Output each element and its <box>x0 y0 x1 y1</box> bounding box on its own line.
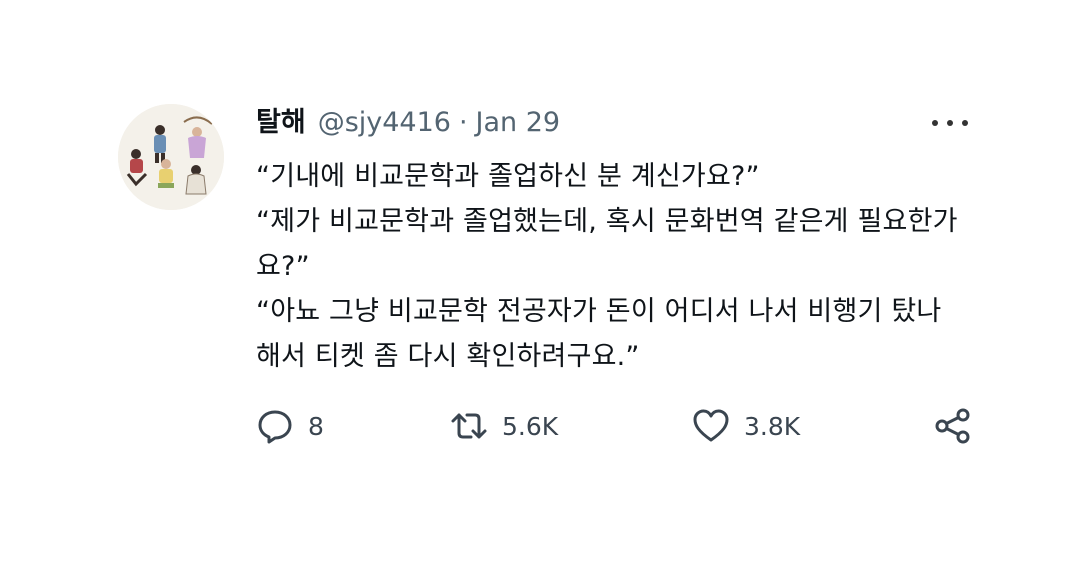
more-dots-icon[interactable] <box>932 114 968 132</box>
separator-dot: · <box>458 107 468 138</box>
tweet-body: “기내에 비교문학과 졸업하신 분 계신가요?” “제가 비교문학과 졸업했는데… <box>256 154 976 379</box>
author-name[interactable]: 탈해 <box>256 98 306 148</box>
tweet-body-line: “기내에 비교문학과 졸업하신 분 계신가요?” <box>256 161 760 192</box>
retweet-count: 5.6K <box>502 411 559 441</box>
share-icon <box>935 408 970 444</box>
tweet-body-line: “아뇨 그냥 비교문학 전공자가 돈이 어디서 나서 비행기 탔나 해서 티켓 … <box>256 296 942 372</box>
tweet-content: 탈해 @sjy4416 · Jan 29 “기내에 비교문학과 졸업하신 분 계… <box>256 98 976 379</box>
avatar[interactable] <box>118 104 224 210</box>
like-count: 3.8K <box>744 411 801 441</box>
share-button[interactable] <box>934 404 986 448</box>
reply-button[interactable]: 8 <box>256 404 324 448</box>
like-button[interactable]: 3.8K <box>692 404 800 448</box>
reply-bubble-icon <box>258 410 292 444</box>
tweet-header: 탈해 @sjy4416 · Jan 29 <box>256 98 976 148</box>
tweet-card: 탈해 @sjy4416 · Jan 29 “기내에 비교문학과 졸업하신 분 계… <box>118 98 978 458</box>
avatar-illustration <box>118 104 224 210</box>
tweet-body-line: “제가 비교문학과 졸업했는데, 혹시 문화번역 같은게 필요한가요?” <box>256 206 958 282</box>
tweet-actions: 8 5.6K 3.8K <box>256 404 976 448</box>
reply-count: 8 <box>308 411 324 441</box>
author-handle[interactable]: @sjy4416 <box>318 98 451 148</box>
retweet-icon <box>451 413 487 439</box>
retweet-button[interactable]: 5.6K <box>450 404 558 448</box>
heart-icon <box>693 409 729 442</box>
tweet-date[interactable]: Jan 29 <box>476 98 561 148</box>
